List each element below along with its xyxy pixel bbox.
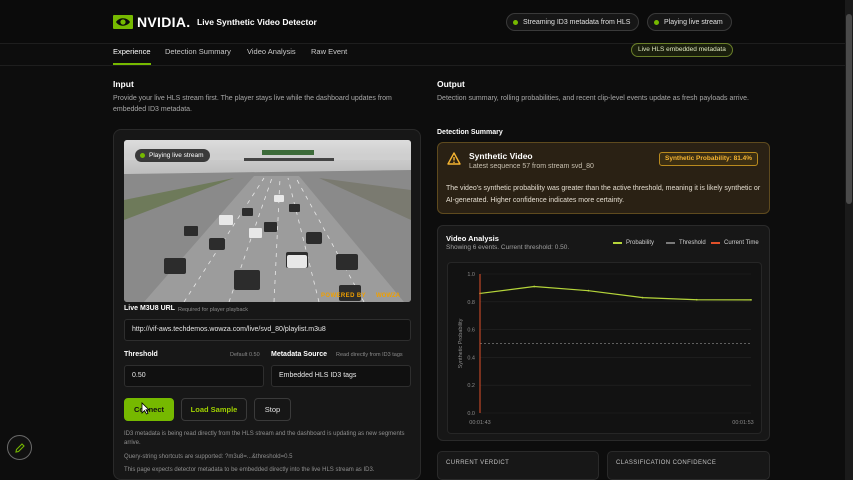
output-description: Detection summary, rolling probabilities…	[437, 95, 749, 102]
live-metadata-badge: Live HLS embedded metadata	[631, 43, 733, 57]
query-string-note: Query-string shortcuts are supported: ?m…	[124, 454, 293, 460]
video-analysis-subtitle: Showing 6 events. Current threshold: 0.5…	[446, 244, 570, 251]
metadata-source-hint: Read directly from ID3 tags	[336, 352, 403, 358]
input-description: Provide your live HLS stream first. The …	[113, 95, 392, 113]
id3-status-note: ID3 metadata is being read directly from…	[124, 431, 405, 446]
legend-swatch	[666, 242, 675, 244]
app-title: Live Synthetic Video Detector	[197, 17, 317, 27]
page-scrollbar[interactable]	[845, 0, 853, 480]
status-pill-streaming: Streaming ID3 metadata from HLS	[506, 13, 640, 31]
synthetic-probability-badge: Synthetic Probability: 81.4%	[659, 152, 759, 166]
powered-by-label: POWERED BY	[321, 293, 367, 299]
nvidia-eye-icon	[113, 15, 133, 29]
status-dot-icon	[513, 19, 518, 25]
current-verdict-card: CURRENT VERDICT	[437, 451, 599, 480]
status-dot-icon	[654, 19, 659, 25]
threshold-input[interactable]: 0.50	[124, 365, 264, 387]
classification-confidence-card: CLASSIFICATION CONFIDENCE	[607, 451, 770, 480]
mouse-cursor-icon	[141, 402, 150, 415]
wowza-logo: WOWZA	[376, 293, 400, 299]
url-label: Live M3U8 URL	[124, 305, 175, 312]
legend-label: Probability	[626, 240, 655, 246]
highway-video-frame	[124, 140, 411, 302]
video-status-label: Playing live stream	[149, 152, 204, 159]
m3u8-url-input[interactable]: http://vif-aws.techdemos.wowza.com/live/…	[124, 319, 411, 341]
metadata-source-field[interactable]: Embedded HLS ID3 tags	[271, 365, 411, 387]
pencil-icon	[14, 442, 25, 453]
top-bar: NVIDIA. Live Synthetic Video Detector St…	[0, 0, 845, 44]
alert-title: Synthetic Video	[469, 151, 533, 161]
edit-fab-button[interactable]	[7, 435, 32, 460]
y-tick-label: 0.8	[467, 300, 475, 306]
legend-label: Current Time	[724, 240, 759, 246]
probability-point	[533, 285, 536, 288]
video-player[interactable]: Playing live stream	[124, 140, 411, 302]
probability-chart: 0.0 0.2 0.4 0.6 0.8 1.0 Synthetic Probability 0…	[447, 262, 762, 434]
logo-text: NVIDIA.	[137, 14, 191, 30]
y-tick-label: 0.4	[467, 355, 475, 361]
detection-summary-label: Detection Summary	[437, 129, 503, 136]
y-tick-label: 0.6	[467, 328, 475, 334]
expectation-note: This page expects detector metadata to b…	[124, 467, 375, 473]
legend-current-time: Current Time	[711, 240, 759, 246]
legend-swatch	[613, 242, 622, 244]
synthetic-alert-card: Synthetic Video Latest sequence 57 from …	[437, 142, 770, 214]
legend-swatch	[711, 242, 720, 244]
video-status-badge: Playing live stream	[135, 149, 210, 162]
probability-point	[695, 298, 698, 301]
input-card: Playing live stream POWERED BY WOWZA Liv…	[113, 129, 421, 480]
current-verdict-label: CURRENT VERDICT	[446, 460, 510, 466]
stop-button[interactable]: Stop	[254, 398, 291, 421]
legend-threshold: Threshold	[666, 240, 706, 246]
url-hint: Required for player playback	[178, 307, 249, 313]
tab-raw-event[interactable]: Raw Event	[311, 46, 347, 65]
threshold-default: Default 0.50	[230, 352, 260, 358]
x-tick-label: 00:01:53	[732, 420, 753, 426]
warning-icon	[447, 152, 461, 165]
alert-body: The video's synthetic probability was gr…	[446, 185, 761, 204]
tab-experience[interactable]: Experience	[113, 46, 151, 65]
video-analysis-title: Video Analysis	[446, 234, 499, 243]
probability-point	[641, 296, 644, 299]
scrollbar-thumb[interactable]	[846, 14, 852, 204]
probability-point	[750, 298, 752, 301]
threshold-label: Threshold	[124, 351, 158, 358]
tab-video-analysis[interactable]: Video Analysis	[247, 46, 296, 65]
video-analysis-card: Video Analysis Showing 6 events. Current…	[437, 225, 770, 441]
load-sample-button[interactable]: Load Sample	[181, 398, 247, 421]
nvidia-logo: NVIDIA.	[113, 14, 190, 30]
y-axis-label: Synthetic Probability	[458, 318, 464, 368]
legend-label: Threshold	[679, 240, 706, 246]
y-tick-label: 1.0	[467, 272, 475, 278]
x-tick-label: 00:01:43	[469, 420, 490, 426]
probability-series-line	[479, 285, 752, 301]
probability-chart-svg: 0.0 0.2 0.4 0.6 0.8 1.0 Synthetic Probability 0…	[458, 272, 754, 426]
input-title: Input	[113, 79, 134, 89]
metadata-source-label: Metadata Source	[271, 351, 328, 358]
legend-probability: Probability	[613, 240, 654, 246]
tab-detection-summary[interactable]: Detection Summary	[165, 46, 231, 65]
live-dot-icon	[140, 153, 145, 158]
y-tick-label: 0.2	[467, 383, 475, 389]
status-pill-label: Streaming ID3 metadata from HLS	[523, 18, 631, 26]
classification-confidence-label: CLASSIFICATION CONFIDENCE	[616, 460, 717, 466]
y-tick-label: 0.0	[467, 411, 475, 417]
alert-subtitle: Latest sequence 57 from stream svd_80	[469, 163, 594, 170]
probability-point	[587, 289, 590, 292]
output-title: Output	[437, 79, 465, 89]
status-pill-label: Playing live stream	[664, 18, 723, 26]
status-pill-playing: Playing live stream	[647, 13, 732, 31]
